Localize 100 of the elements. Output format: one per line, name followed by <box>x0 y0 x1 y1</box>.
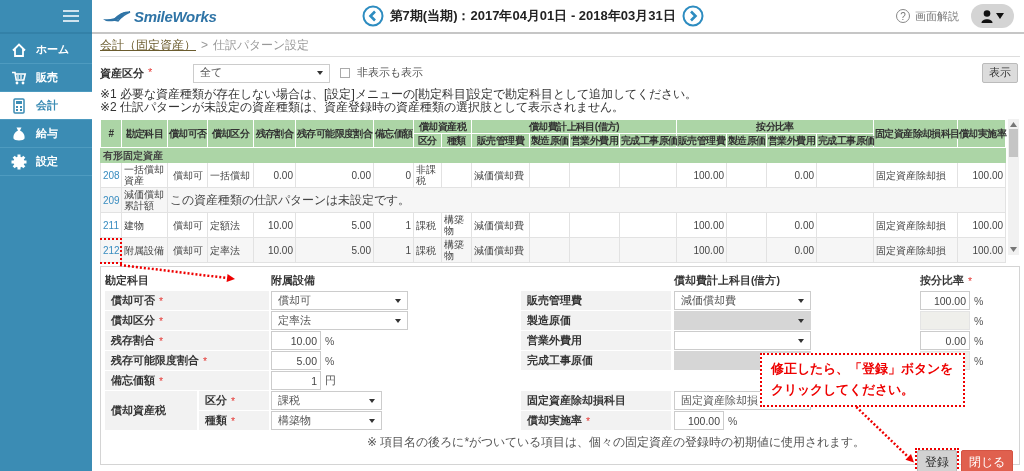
column-header: 備忘価額 <box>373 119 414 148</box>
input-field[interactable]: 0.00 <box>920 331 970 350</box>
column-header: 残存可能限度割合 <box>295 119 374 148</box>
help-link[interactable]: 画面解説 <box>915 8 959 24</box>
caret-icon <box>395 298 401 303</box>
table-cell: 0.00 <box>295 162 374 188</box>
field-label: 残存割合 <box>111 333 155 348</box>
caret-icon <box>369 398 375 403</box>
required-asterisk: * <box>159 334 164 347</box>
caret-icon <box>317 71 323 75</box>
dropdown[interactable]: 全て <box>193 63 330 83</box>
cart-icon <box>11 69 27 86</box>
input-field <box>920 311 970 330</box>
note-text: ※2 仕訳パターンが未設定の資産種類は、資産登録時の資産種類の選択肢として表示されません。 <box>100 101 626 114</box>
breadcrumb-link[interactable]: 会計（固定資産） <box>100 36 196 54</box>
field-label: 償却実施率 <box>527 413 582 428</box>
required-asterisk: * <box>586 414 591 427</box>
table-cell: 固定資産除却損 <box>873 237 958 263</box>
field-label: 完成工事原価 <box>527 353 593 368</box>
nav-item[interactable]: 設定 <box>0 148 92 176</box>
column-header: 償却区分 <box>207 119 254 148</box>
scroll-down-icon[interactable] <box>1010 247 1018 252</box>
logo: SmileWorks <box>102 7 217 25</box>
field-label: 製造原価 <box>527 313 571 328</box>
column-header: # <box>100 119 122 148</box>
required-asterisk: * <box>148 65 153 80</box>
column-header: 勘定科目 <box>121 119 168 148</box>
field-label: 残存可能限度割合 <box>111 353 199 368</box>
field-value: 附属設備 <box>271 272 316 288</box>
caret-icon <box>996 13 1004 19</box>
breadcrumb-separator: > <box>201 38 208 52</box>
input-field[interactable]: 100.00 <box>920 291 970 310</box>
field-label: 備忘価額 <box>111 373 155 388</box>
caret-icon <box>798 298 804 303</box>
nav-item[interactable]: ホーム <box>0 36 92 64</box>
unit-label: 円 <box>325 373 336 388</box>
field-label: 償却区分 <box>111 313 155 328</box>
unit-label: % <box>974 294 984 307</box>
column-header: 償却実施率 <box>957 119 1006 148</box>
user-menu-button[interactable] <box>971 4 1014 28</box>
unit-label: % <box>325 334 335 347</box>
unit-label: % <box>325 354 335 367</box>
dropdown[interactable]: 課税 <box>271 391 382 410</box>
tooltip-text: 修正したら、「登録」ボタンを <box>771 361 953 378</box>
input-field[interactable]: 5.00 <box>271 351 321 370</box>
required-asterisk: * <box>231 414 236 427</box>
dropdown[interactable]: 定率法 <box>271 311 408 330</box>
calculator-icon <box>11 97 27 114</box>
field-label: 勘定科目 <box>105 272 149 288</box>
field-label: 固定資産除却損科目 <box>527 393 626 408</box>
column-header: 償却費計上科目(借方) <box>471 119 677 134</box>
required-asterisk: * <box>159 314 164 327</box>
unit-label: % <box>974 314 984 327</box>
input-field[interactable]: 10.00 <box>271 331 321 350</box>
column-header: 償却資産税 <box>413 119 472 134</box>
footnote: ※ 項目名の後ろに*がついている項目は、個々の固定資産の登録時の初期値に使用されます。 <box>367 434 867 451</box>
scrollbar-thumb[interactable] <box>1009 129 1019 157</box>
table-cell: 固定資産除却損 <box>873 162 958 188</box>
column-header: 按分比率 <box>676 119 874 134</box>
home-icon <box>11 41 27 58</box>
unit-label: % <box>728 414 738 427</box>
table-message: この資産種類の仕訳パターンは未設定です。 <box>167 187 1006 213</box>
input-field[interactable]: 100.00 <box>674 411 724 430</box>
column-header: 固定資産除却損科目 <box>873 119 958 148</box>
column-header: 残存割合 <box>253 119 296 148</box>
required-asterisk: * <box>159 294 164 307</box>
menu-icon[interactable] <box>62 9 80 23</box>
scroll-up-icon[interactable] <box>1010 122 1018 127</box>
caret-icon <box>798 318 804 323</box>
next-period-button[interactable] <box>681 5 704 27</box>
column-header: 償却可否 <box>167 119 208 148</box>
checkbox[interactable] <box>340 68 350 78</box>
close-button[interactable]: 閉じる <box>961 450 1013 471</box>
column-heading: 償却費計上科目(借方) <box>674 272 781 288</box>
breadcrumb-current: 仕訳パターン設定 <box>213 36 309 54</box>
filter-label: 資産区分 <box>100 65 144 81</box>
fiscal-period: 第7期(当期)：2017年04月01日 - 2018年03月31日 <box>389 7 676 25</box>
show-button[interactable]: 表示 <box>982 63 1018 83</box>
field-label: 種類 <box>205 413 227 428</box>
caret-icon <box>369 418 375 423</box>
register-button[interactable]: 登録 <box>917 450 957 471</box>
dropdown[interactable]: 償却可 <box>271 291 408 310</box>
unit-label: % <box>974 334 984 347</box>
field-label: 営業外費用 <box>527 333 582 348</box>
unit-label: % <box>974 354 984 367</box>
nav-item[interactable]: 会計 <box>0 92 92 120</box>
dropdown[interactable]: 構築物 <box>271 411 382 430</box>
note-text: ※1 必要な資産種類が存在しない場合は、[設定]メニューの[勘定科目]設定で勘定科目として追加してください。 <box>100 88 699 101</box>
field-label: 償却資産税 <box>111 403 166 418</box>
nav-item[interactable]: 給与 <box>0 120 92 148</box>
required-asterisk: * <box>203 354 208 367</box>
caret-icon <box>798 338 804 343</box>
input-field[interactable]: 1 <box>271 371 321 390</box>
user-icon <box>981 9 993 23</box>
table-cell: 5.00 <box>295 237 374 263</box>
required-asterisk: * <box>159 374 164 387</box>
table-cell: 固定資産除却損 <box>873 212 958 238</box>
checkbox-label[interactable]: 非表示も表示 <box>357 66 423 80</box>
previous-period-button[interactable] <box>361 5 384 27</box>
dropdown[interactable]: 減価償却費 <box>674 291 811 310</box>
